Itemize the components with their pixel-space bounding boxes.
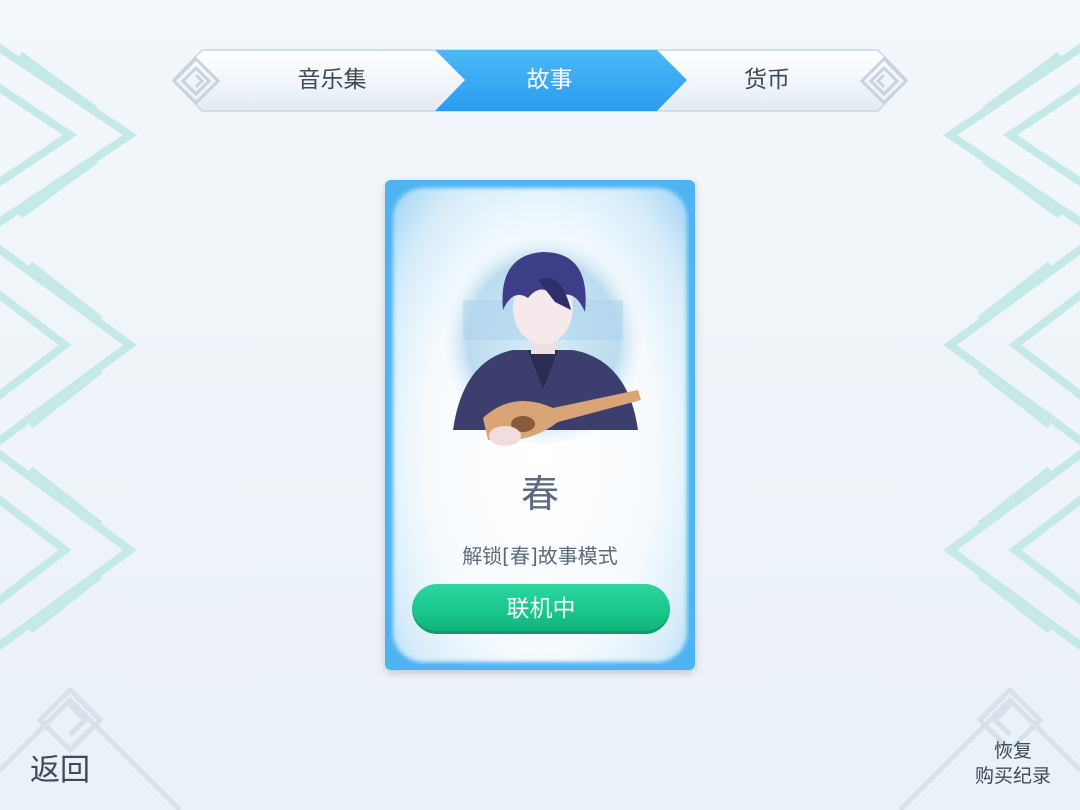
tab-music-collection[interactable]: 音乐集 (232, 49, 432, 112)
back-button[interactable]: 返回 (30, 745, 90, 789)
guitarist-portrait-icon (445, 240, 641, 446)
online-status-button[interactable]: 联机中 (412, 584, 670, 634)
restore-label-line2: 购买纪录 (974, 765, 1051, 787)
story-description: 解锁[春]故事模式 (462, 544, 618, 568)
left-ornament-icon (172, 57, 220, 105)
category-tab-bar: 音乐集 故事 货币 (172, 49, 908, 112)
restore-label-line1: 恢复 (993, 740, 1032, 762)
tab-currency[interactable]: 货币 (672, 49, 862, 112)
story-title: 春 (520, 472, 559, 516)
right-ornament-icon (860, 57, 908, 105)
tab-story[interactable]: 故事 (442, 49, 657, 112)
restore-purchases-button[interactable]: 恢复 购买纪录 (968, 739, 1058, 789)
story-card[interactable]: 春 解锁[春]故事模式 联机中 (385, 180, 695, 670)
